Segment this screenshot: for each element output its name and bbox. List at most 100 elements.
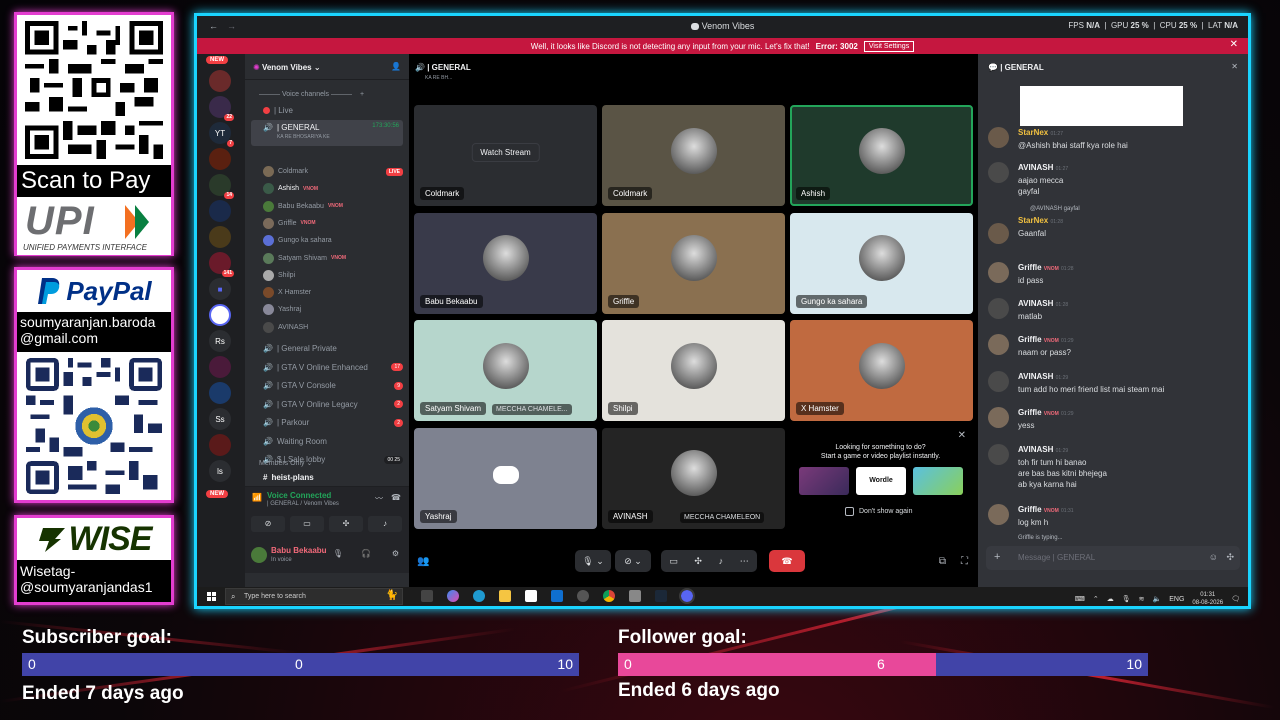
- soundboard-button[interactable]: ♪: [368, 516, 402, 532]
- dont-show-checkbox[interactable]: [845, 507, 854, 516]
- wifi-icon[interactable]: ≋: [1139, 595, 1145, 603]
- steam-icon[interactable]: [655, 590, 667, 602]
- members-only-category[interactable]: Members Only ⌄: [259, 459, 312, 467]
- server-icon[interactable]: [209, 226, 231, 248]
- mic-icon[interactable]: 🎙: [333, 549, 343, 558]
- notification-icon[interactable]: 🗨: [1231, 595, 1240, 603]
- voice-member[interactable]: Shilpi: [263, 268, 403, 283]
- app-icon[interactable]: [577, 590, 589, 602]
- voice-channel[interactable]: 🔊 | General Private: [251, 341, 403, 356]
- leave-call-button[interactable]: ☎: [769, 550, 805, 572]
- language-indicator[interactable]: ENG: [1169, 596, 1184, 603]
- add-channel-icon[interactable]: +: [360, 91, 364, 98]
- message-avatar[interactable]: [988, 334, 1009, 355]
- activity-game-tile[interactable]: [799, 467, 849, 495]
- activity-farm-tile[interactable]: [913, 467, 963, 495]
- message-avatar[interactable]: [988, 162, 1009, 183]
- emoji-icon[interactable]: ☺: [1209, 552, 1218, 562]
- edge-icon[interactable]: [473, 590, 485, 602]
- voice-member[interactable]: Babu Bekaabu VNOM: [263, 199, 403, 214]
- server-icon[interactable]: 141: [209, 252, 234, 277]
- more-icon[interactable]: ⋯: [740, 556, 749, 567]
- share-screen-button[interactable]: ▭ ✣ ♪ ⋯: [661, 550, 757, 572]
- close-icon[interactable]: ✕: [1231, 62, 1238, 71]
- close-icon[interactable]: ✕: [1230, 39, 1238, 50]
- chat-input[interactable]: + Message | GENERAL ☺ ✣: [986, 546, 1240, 570]
- voice-channel[interactable]: 🔊 | GTA V Console 9: [251, 378, 403, 393]
- message-author[interactable]: Griffle: [1018, 505, 1042, 514]
- clock[interactable]: 01:31 08-08-2026: [1192, 591, 1223, 606]
- popout-icon[interactable]: ⧉: [939, 556, 946, 567]
- message-author[interactable]: AVINASH: [1018, 299, 1053, 308]
- server-icon[interactable]: Ss: [209, 408, 231, 430]
- task-view-icon[interactable]: [421, 590, 433, 602]
- video-tile[interactable]: Ashish: [790, 105, 973, 206]
- tray-up-icon[interactable]: ⌃: [1093, 595, 1099, 603]
- video-tile[interactable]: Coldmark: [602, 105, 785, 206]
- add-people-icon[interactable]: 👥: [417, 556, 429, 567]
- mic-button[interactable]: 🎙 ⌄: [575, 550, 611, 572]
- voice-member[interactable]: AVINASH: [263, 320, 403, 335]
- server-icon[interactable]: [209, 148, 231, 170]
- message-avatar[interactable]: [988, 504, 1009, 525]
- volume-icon[interactable]: 🔈: [1153, 595, 1162, 603]
- server-icon[interactable]: [209, 304, 231, 326]
- server-icon[interactable]: Rs: [209, 330, 231, 352]
- invite-icon[interactable]: 👤: [391, 62, 401, 71]
- message-author[interactable]: AVINASH: [1018, 372, 1053, 381]
- activity-icon[interactable]: ✣: [694, 556, 702, 567]
- channel-heist-plans[interactable]: # heist-plans: [251, 470, 403, 485]
- headphones-icon[interactable]: 🎧: [361, 549, 371, 558]
- voice-member[interactable]: Ashish VNOM: [263, 181, 403, 196]
- voice-member[interactable]: Coldmark LIVE: [263, 164, 403, 179]
- taskbar-search-box[interactable]: ⌕ Type here to search 🐈: [225, 588, 403, 605]
- voice-channel[interactable]: 🔊 Waiting Room: [251, 434, 403, 449]
- disconnect-icon[interactable]: ☎: [391, 493, 401, 502]
- video-tile[interactable]: Griffle: [602, 212, 785, 314]
- activities-button[interactable]: ✣: [329, 516, 363, 532]
- watch-stream-button[interactable]: Watch Stream: [471, 143, 540, 162]
- message-avatar[interactable]: [988, 371, 1009, 392]
- message-author[interactable]: Griffle: [1018, 408, 1042, 417]
- video-tile[interactable]: Shilpi: [602, 320, 785, 421]
- voice-member[interactable]: Satyam Shivam VNOM: [263, 251, 403, 266]
- video-off-button[interactable]: ⊘: [251, 516, 285, 532]
- message-author[interactable]: AVINASH: [1018, 445, 1053, 454]
- add-attachment-icon[interactable]: +: [994, 551, 1000, 563]
- voice-member[interactable]: Griffle VNOM: [263, 216, 403, 231]
- message-author[interactable]: StarNex: [1018, 128, 1048, 137]
- video-tile[interactable]: X Hamster: [790, 320, 973, 421]
- close-icon[interactable]: ✕: [958, 430, 966, 441]
- voice-member[interactable]: Gungo ka sahara: [263, 233, 403, 248]
- server-icon[interactable]: ls: [209, 460, 231, 482]
- discord-taskbar-icon[interactable]: [679, 588, 695, 604]
- message-avatar[interactable]: [988, 298, 1009, 319]
- message-author[interactable]: StarNex: [1018, 216, 1048, 225]
- user-avatar[interactable]: [251, 547, 267, 563]
- store-icon[interactable]: [525, 590, 537, 602]
- noise-suppression-icon[interactable]: 〰: [375, 493, 383, 504]
- message-author[interactable]: AVINASH: [1018, 163, 1053, 172]
- settings-gear-icon[interactable]: ⚙: [392, 549, 399, 558]
- server-icon[interactable]: 14: [209, 174, 234, 199]
- chrome-icon[interactable]: [603, 590, 615, 602]
- video-tile[interactable]: Babu Bekaabu: [414, 212, 597, 314]
- voice-member[interactable]: X Hamster: [263, 285, 403, 300]
- screen-share-button[interactable]: ▭: [290, 516, 324, 532]
- voice-category[interactable]: ——— Voice channels ——— +: [259, 91, 364, 98]
- server-header[interactable]: ✺ Venom Vibes ⌄ 👤: [245, 54, 409, 80]
- keyboard-icon[interactable]: ⌨: [1075, 595, 1085, 603]
- server-icon[interactable]: YT 7: [209, 122, 234, 147]
- server-icon[interactable]: [209, 434, 231, 456]
- channel-general[interactable]: 🔊 | GENERAL KA RE BHOSARIYA KE 173:30:56: [251, 120, 403, 146]
- soundboard-icon[interactable]: ♪: [719, 556, 724, 566]
- mic-tray-icon[interactable]: 🎙: [1122, 595, 1131, 603]
- server-icon[interactable]: [209, 382, 231, 404]
- mail-icon[interactable]: [551, 590, 563, 602]
- server-icon[interactable]: [209, 200, 231, 222]
- video-tile[interactable]: AVINASH MECCHA CHAMELEON: [602, 427, 785, 529]
- message-avatar[interactable]: [988, 223, 1009, 244]
- server-icon[interactable]: [209, 356, 231, 378]
- activity-wordle-tile[interactable]: Wordle: [856, 467, 906, 495]
- fullscreen-icon[interactable]: ⛶: [961, 556, 968, 567]
